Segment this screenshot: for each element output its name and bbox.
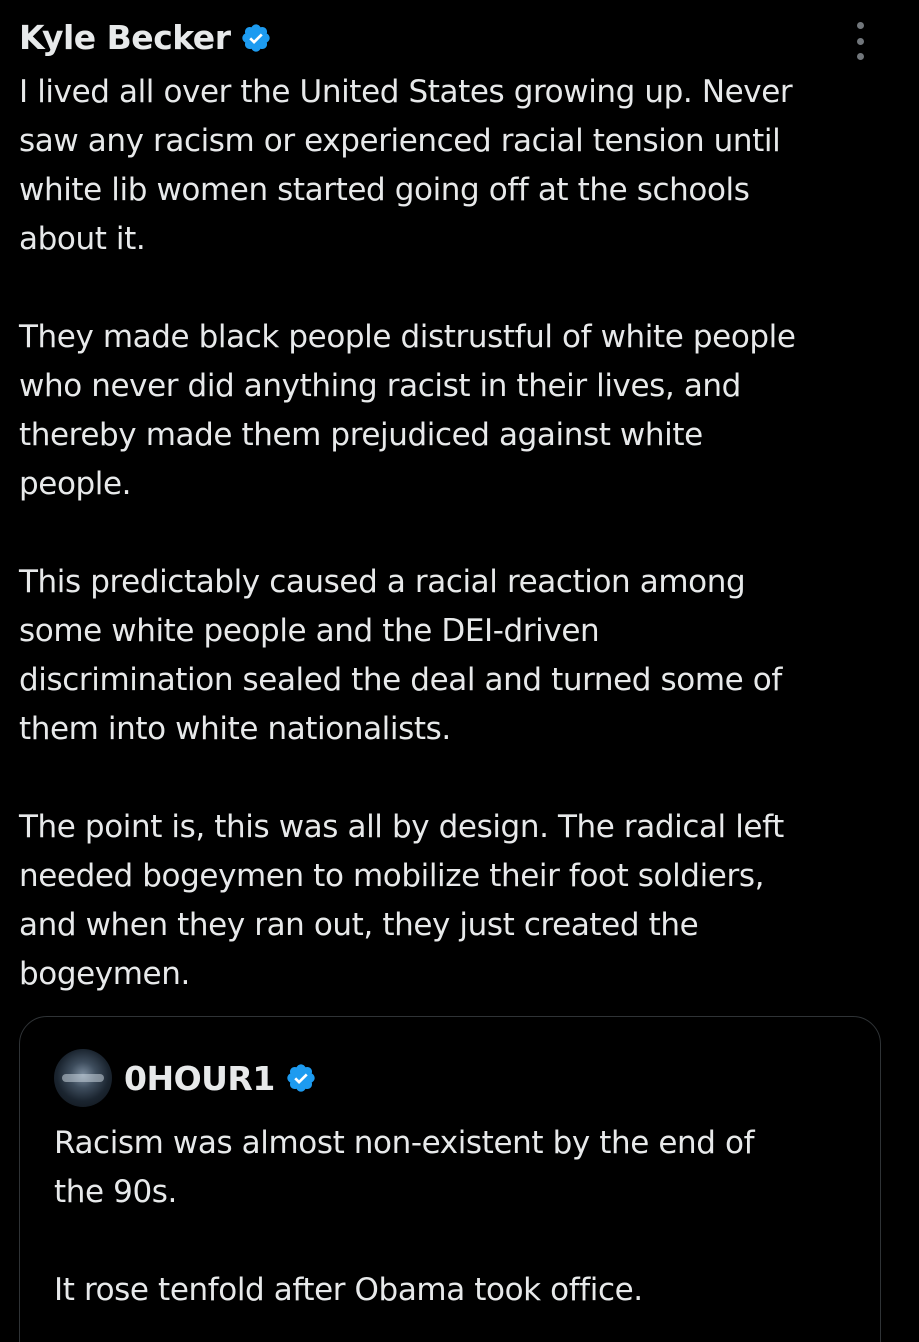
more-options-icon: [856, 53, 864, 60]
quoted-paragraph: It rose tenfold after Obama took office.: [54, 1266, 854, 1315]
tweet-paragraph: The point is, this was all by design. Th…: [19, 803, 879, 999]
text-line: saw any racism or experienced racial ten…: [19, 123, 781, 159]
text-line: white lib women started going off at the…: [19, 172, 750, 208]
text-line: people.: [19, 466, 132, 502]
quoted-tweet-text: Racism was almost non-existent by the en…: [54, 1119, 854, 1315]
text-line: thereby made them prejudiced against whi…: [19, 417, 703, 453]
text-line: bogeymen.: [19, 956, 190, 992]
tweet-paragraph: They made black people distrustful of wh…: [19, 313, 879, 509]
tweet-header: Kyle Becker: [19, 14, 272, 62]
text-line: about it.: [19, 221, 146, 257]
verified-badge-icon[interactable]: [240, 22, 272, 54]
more-options-icon: [856, 22, 864, 29]
text-line: needed bogeymen to mobilize their foot s…: [19, 858, 765, 894]
text-line: who never did anything racist in their l…: [19, 368, 741, 404]
tweet-paragraph: This predictably caused a racial reactio…: [19, 558, 879, 754]
text-line: It rose tenfold after Obama took office.: [54, 1272, 643, 1308]
quoted-author-name[interactable]: 0HOUR1: [124, 1059, 275, 1098]
text-line: Racism was almost non-existent by the en…: [54, 1125, 755, 1161]
avatar[interactable]: [54, 1049, 112, 1107]
tweet-paragraph: I lived all over the United States growi…: [19, 68, 879, 264]
more-options-icon: [856, 37, 864, 45]
text-line: discrimination sealed the deal and turne…: [19, 662, 782, 698]
more-options-button[interactable]: [845, 20, 875, 62]
text-line: the 90s.: [54, 1174, 177, 1210]
text-line: them into white nationalists.: [19, 711, 451, 747]
quoted-tweet-card[interactable]: 0HOUR1 Racism was almost non-existent by…: [19, 1016, 881, 1342]
quoted-paragraph: Racism was almost non-existent by the en…: [54, 1119, 854, 1217]
quoted-tweet-header: 0HOUR1: [54, 1049, 317, 1107]
author-name[interactable]: Kyle Becker: [19, 14, 231, 62]
text-line: some white people and the DEI-driven: [19, 613, 600, 649]
text-line: The point is, this was all by design. Th…: [19, 809, 784, 845]
text-line: and when they ran out, they just created…: [19, 907, 699, 943]
text-line: This predictably caused a racial reactio…: [19, 564, 746, 600]
tweet-text: I lived all over the United States growi…: [19, 68, 879, 999]
text-line: I lived all over the United States growi…: [19, 74, 793, 110]
verified-badge-icon[interactable]: [285, 1062, 317, 1094]
text-line: They made black people distrustful of wh…: [19, 319, 796, 355]
